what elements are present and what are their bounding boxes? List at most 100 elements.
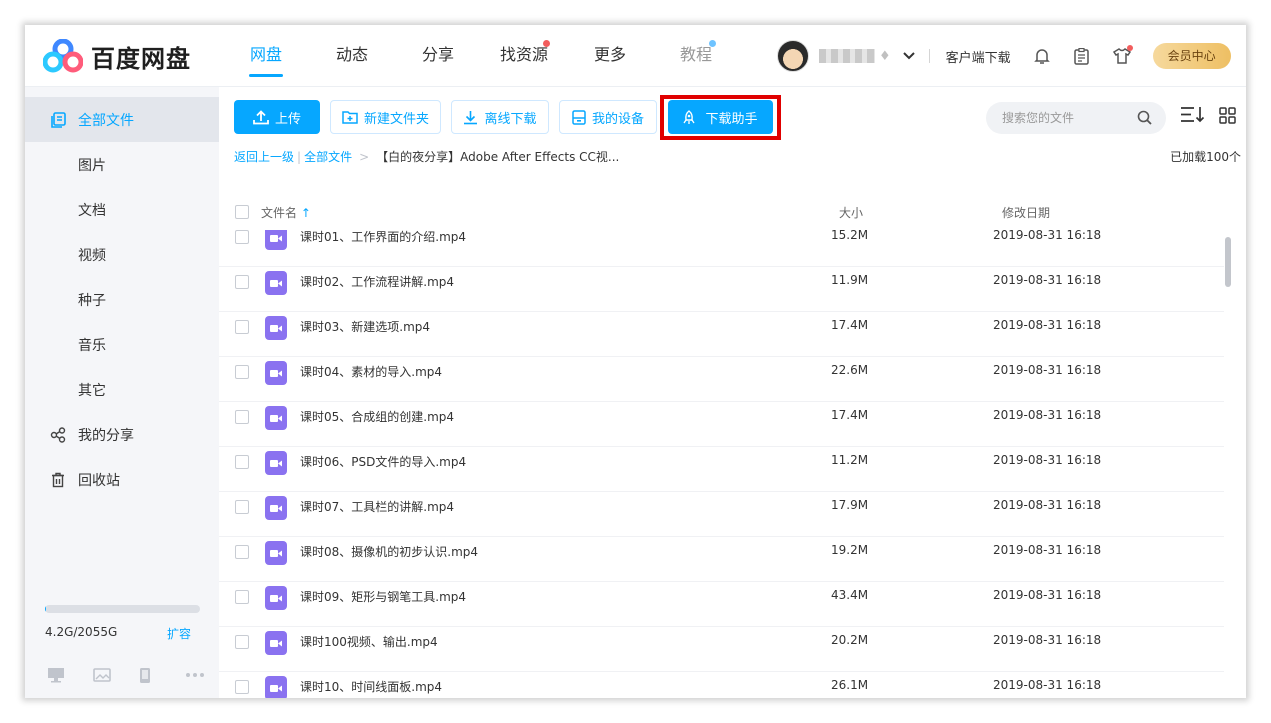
sidebar-item-label: 图片 xyxy=(78,157,106,174)
select-all-checkbox[interactable] xyxy=(235,205,249,219)
table-row[interactable]: 课时02、工作流程讲解.mp4 11.9M 2019-08-31 16:18 xyxy=(219,267,1224,312)
file-size: 11.2M xyxy=(831,453,869,467)
nav-item-more[interactable]: 更多 xyxy=(567,25,653,87)
table-row[interactable]: 课时03、新建选项.mp4 17.4M 2019-08-31 16:18 xyxy=(219,312,1224,357)
row-checkbox[interactable] xyxy=(235,365,249,379)
row-checkbox[interactable] xyxy=(235,545,249,559)
sidebar-item-videos[interactable]: 视频 xyxy=(25,232,219,277)
nav-item-activity[interactable]: 动态 xyxy=(309,25,395,87)
row-checkbox[interactable] xyxy=(235,590,249,604)
nav-item-tutorial[interactable]: 教程 xyxy=(653,25,739,87)
file-name[interactable]: 课时07、工具栏的讲解.mp4 xyxy=(300,498,454,515)
download-helper-button[interactable]: 下载助手 xyxy=(668,100,773,134)
row-checkbox[interactable] xyxy=(235,410,249,424)
vip-center-button[interactable]: 会员中心 xyxy=(1152,43,1231,69)
file-name[interactable]: 课时02、工作流程讲解.mp4 xyxy=(300,273,454,290)
baidu-netdisk-logo-icon xyxy=(43,39,83,73)
file-name[interactable]: 课时01、工作界面的介绍.mp4 xyxy=(300,230,466,245)
file-size: 26.1M xyxy=(831,678,869,692)
column-header-name[interactable]: 文件名 ↑ xyxy=(261,204,311,221)
username-blurred[interactable] xyxy=(819,49,875,63)
row-checkbox[interactable] xyxy=(235,500,249,514)
scrollbar-thumb[interactable] xyxy=(1225,237,1231,287)
mobile-client-icon[interactable] xyxy=(139,665,185,685)
table-row[interactable]: 课时07、工具栏的讲解.mp4 17.9M 2019-08-31 16:18 xyxy=(219,492,1224,537)
sidebar-item-documents[interactable]: 文档 xyxy=(25,187,219,232)
upload-icon xyxy=(253,109,269,125)
clipboard-icon[interactable] xyxy=(1073,47,1091,65)
table-row[interactable]: 课时08、摄像机的初步认识.mp4 19.2M 2019-08-31 16:18 xyxy=(219,537,1224,582)
row-checkbox[interactable] xyxy=(235,320,249,334)
expand-storage-link[interactable]: 扩容 xyxy=(167,625,191,642)
sidebar-item-music[interactable]: 音乐 xyxy=(25,322,219,367)
file-name[interactable]: 课时05、合成组的创建.mp4 xyxy=(300,408,454,425)
storage-quota-fill xyxy=(45,605,46,613)
video-file-icon xyxy=(265,361,287,385)
table-row[interactable]: 课时06、PSD文件的导入.mp4 11.2M 2019-08-31 16:18 xyxy=(219,447,1224,492)
nav-item-share[interactable]: 分享 xyxy=(395,25,481,87)
nav-item-label: 找资源 xyxy=(499,45,548,64)
file-name[interactable]: 课时03、新建选项.mp4 xyxy=(300,318,430,335)
my-devices-button[interactable]: 我的设备 xyxy=(559,100,657,134)
bell-icon[interactable] xyxy=(1033,47,1051,65)
search-icon[interactable] xyxy=(1137,110,1152,129)
logo[interactable]: 百度网盘 xyxy=(43,38,191,74)
chevron-down-icon[interactable] xyxy=(902,49,915,64)
table-row[interactable]: 课时04、素材的导入.mp4 22.6M 2019-08-31 16:18 xyxy=(219,357,1224,402)
breadcrumb-all-files-link[interactable]: 全部文件 xyxy=(304,148,352,165)
sidebar-item-my-shares[interactable]: 我的分享 xyxy=(25,412,219,457)
file-name[interactable]: 课时04、素材的导入.mp4 xyxy=(300,363,442,380)
main-content: 上传 新建文件夹 离线下载 我的设备 下载助手 搜索您的文件 返回上一级 | 全… xyxy=(219,87,1246,698)
grid-view-icon[interactable] xyxy=(1219,107,1236,128)
file-size: 19.2M xyxy=(831,543,869,557)
file-name[interactable]: 课时08、摄像机的初步认识.mp4 xyxy=(300,543,478,560)
file-modified-date: 2019-08-31 16:18 xyxy=(993,498,1102,512)
breadcrumb-back-link[interactable]: 返回上一级 xyxy=(234,148,294,165)
row-checkbox[interactable] xyxy=(235,230,249,244)
sidebar-item-all-files[interactable]: 全部文件 xyxy=(25,97,219,142)
table-row[interactable]: 课时10、时间线面板.mp4 26.1M 2019-08-31 16:18 xyxy=(219,672,1224,698)
new-folder-button[interactable]: 新建文件夹 xyxy=(330,100,441,134)
table-row[interactable]: 课时01、工作界面的介绍.mp4 15.2M 2019-08-31 16:18 xyxy=(219,230,1224,267)
upload-button[interactable]: 上传 xyxy=(234,100,320,134)
column-header-label: 文件名 xyxy=(261,206,298,220)
nav-item-label: 网盘 xyxy=(249,45,282,64)
download-helper-button-label: 下载助手 xyxy=(705,111,758,127)
pc-client-icon[interactable] xyxy=(47,665,93,685)
nav-item-find-resources[interactable]: 找资源 xyxy=(481,25,567,87)
table-row[interactable]: 课时09、矩形与钢笔工具.mp4 43.4M 2019-08-31 16:18 xyxy=(219,582,1224,627)
sidebar-item-recycle-bin[interactable]: 回收站 xyxy=(25,457,219,502)
file-modified-date: 2019-08-31 16:18 xyxy=(993,453,1102,467)
file-name[interactable]: 课时09、矩形与钢笔工具.mp4 xyxy=(300,588,466,605)
sort-icon[interactable] xyxy=(1180,106,1205,127)
table-row[interactable]: 课时05、合成组的创建.mp4 17.4M 2019-08-31 16:18 xyxy=(219,402,1224,447)
sidebar-item-other[interactable]: 其它 xyxy=(25,367,219,412)
sidebar-item-torrents[interactable]: 种子 xyxy=(25,277,219,322)
row-checkbox[interactable] xyxy=(235,635,249,649)
sidebar-item-images[interactable]: 图片 xyxy=(25,142,219,187)
device-icon xyxy=(572,109,586,125)
file-name[interactable]: 课时10、时间线面板.mp4 xyxy=(300,678,442,695)
search-input[interactable] xyxy=(1002,111,1142,125)
storage-quota-bar xyxy=(45,605,200,613)
table-row[interactable]: 课时100视频、输出.mp4 20.2M 2019-08-31 16:18 xyxy=(219,627,1224,672)
client-download-link[interactable]: 客户端下载 xyxy=(946,47,1011,66)
sort-ascending-icon: ↑ xyxy=(300,206,311,220)
nav-item-netdisk[interactable]: 网盘 xyxy=(223,25,309,87)
row-checkbox[interactable] xyxy=(235,455,249,469)
avatar[interactable] xyxy=(777,40,809,72)
column-header-date[interactable]: 修改日期 xyxy=(1002,204,1050,221)
row-checkbox[interactable] xyxy=(235,680,249,694)
column-header-size[interactable]: 大小 xyxy=(839,204,863,221)
shirt-icon[interactable] xyxy=(1112,45,1133,65)
offline-download-button[interactable]: 离线下载 xyxy=(451,100,549,134)
row-checkbox[interactable] xyxy=(235,275,249,289)
file-modified-date: 2019-08-31 16:18 xyxy=(993,543,1102,557)
file-name[interactable]: 课时06、PSD文件的导入.mp4 xyxy=(300,453,466,470)
video-file-icon xyxy=(265,406,287,430)
image-viewer-icon[interactable] xyxy=(93,665,139,685)
vip-diamond-icon: ♦ xyxy=(879,48,891,64)
nav-item-label: 更多 xyxy=(593,45,626,64)
file-name[interactable]: 课时100视频、输出.mp4 xyxy=(300,633,438,650)
file-size: 43.4M xyxy=(831,588,869,602)
